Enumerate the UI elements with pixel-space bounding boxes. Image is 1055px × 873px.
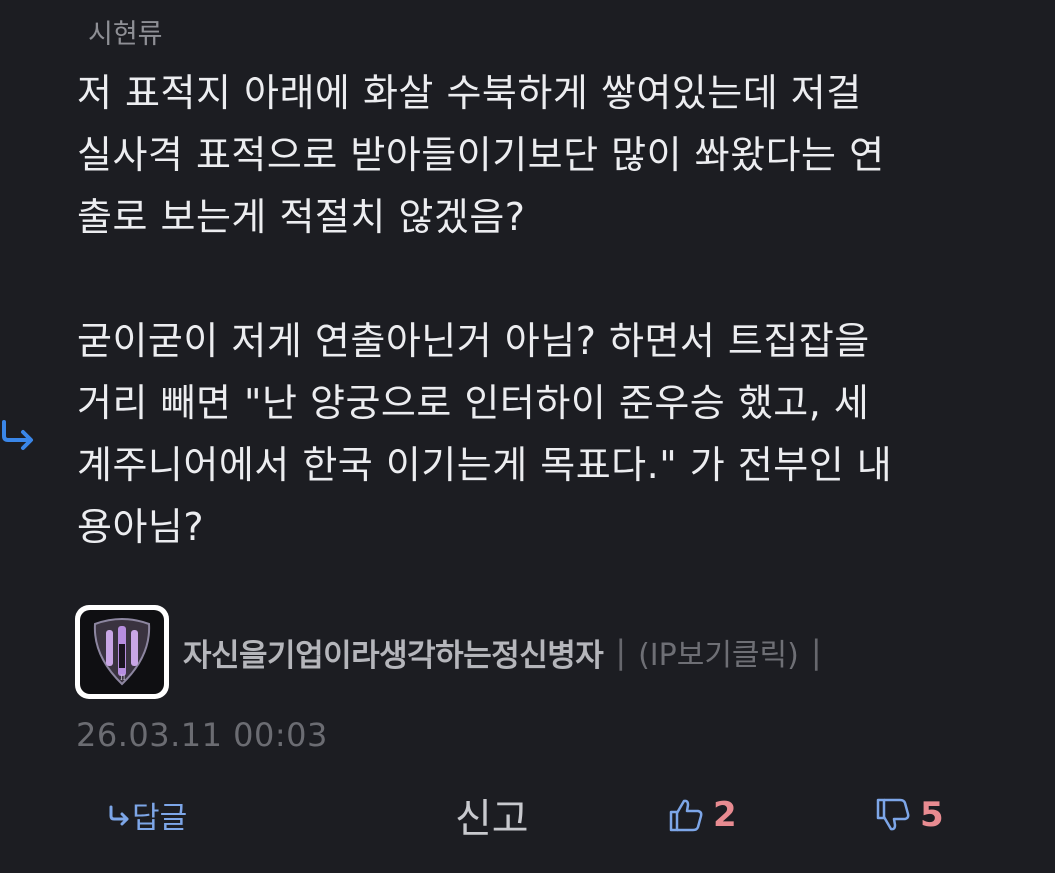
report-label: 신고 (455, 796, 529, 842)
report-button[interactable]: 신고 (455, 780, 529, 850)
avatar[interactable]: II (75, 605, 169, 699)
separator: | (615, 633, 627, 671)
comment-line: 계주니어에서 한국 이기는게 목표다." 가 전부인 내 (77, 443, 893, 487)
reply-label: 답글 (132, 801, 188, 836)
comment-body: 저 표적지 아래에 화살 수북하게 쌓여있는데 저걸 실사격 표적으로 받아들이… (77, 62, 1037, 558)
action-bar: 답글 신고 2 5 (0, 780, 1055, 850)
comment-line: 거리 빼면 "난 양궁으로 인터하이 준우승 했고, 세 (77, 381, 870, 425)
reply-button[interactable]: 답글 (108, 780, 187, 850)
thumbs-down-icon (876, 798, 910, 831)
separator-end: | (810, 633, 822, 671)
like-button[interactable]: 2 (667, 780, 737, 850)
comment-line: 출로 보는게 적절치 않겠음? (77, 195, 526, 239)
ip-view-link[interactable]: (IP보기클릭) (638, 630, 799, 674)
comment-line: 용아님? (77, 505, 205, 549)
header-tag: 시현류 (88, 19, 163, 50)
avatar-image: II (80, 610, 164, 694)
shield-emblem-icon: II (93, 618, 151, 686)
thumbs-up-icon (669, 799, 703, 832)
dislike-button[interactable]: 5 (874, 780, 944, 850)
author-row: II 자신을기업이라생각하는정신병자 | (IP보기클릭) | (75, 602, 822, 702)
dislike-count: 5 (920, 795, 944, 835)
comment-line: 실사격 표적으로 받아들이기보단 많이 쏴왔다는 연 (77, 133, 885, 177)
svg-text:II: II (120, 674, 126, 682)
timestamp: 26.03.11 00:03 (76, 716, 328, 754)
reply-indicator-icon (2, 420, 33, 450)
comment-line: 저 표적지 아래에 화살 수북하게 쌓여있는데 저걸 (77, 71, 862, 115)
reply-arrow-icon (109, 805, 129, 826)
like-count: 2 (713, 795, 737, 835)
comment-line: 굳이굳이 저게 연출아닌거 아님? 하면서 트집잡을 (77, 319, 870, 363)
author-name[interactable]: 자신을기업이라생각하는정신병자 (183, 630, 604, 675)
